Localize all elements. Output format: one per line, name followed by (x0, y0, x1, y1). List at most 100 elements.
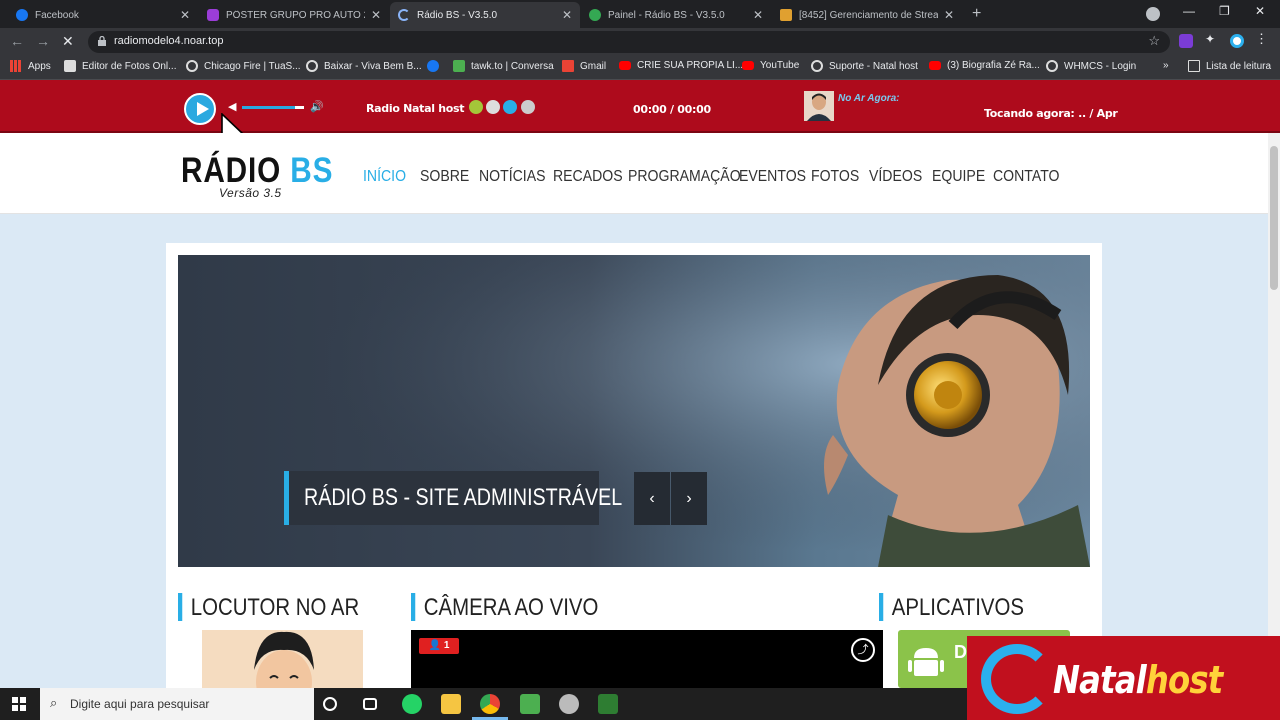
chrome-icon[interactable] (480, 694, 500, 714)
puzzle-icon[interactable]: ✦ (1205, 32, 1219, 46)
bookmarks-bar: Apps Editor de Fotos Onl... Chicago Fire… (0, 56, 1280, 80)
play-button[interactable] (184, 93, 216, 125)
minimize-icon[interactable]: — (1183, 4, 1195, 18)
nav-videos[interactable]: VÍDEOS (869, 168, 922, 186)
file-explorer-icon[interactable] (441, 694, 461, 714)
bookmark-editor-fotos[interactable]: Editor de Fotos Onl... (64, 60, 177, 72)
globe-icon (811, 60, 823, 72)
camtasia-icon[interactable] (520, 694, 540, 714)
cortana-icon[interactable] (323, 697, 337, 711)
tab-radio-bs[interactable]: Rádio BS - V3.5.0 ✕ (390, 2, 580, 28)
close-icon[interactable]: ✕ (944, 8, 954, 22)
close-icon[interactable]: ✕ (371, 8, 381, 22)
close-icon[interactable]: ✕ (180, 8, 190, 22)
nav-contato[interactable]: CONTATO (993, 168, 1059, 186)
gmail-icon (562, 60, 574, 72)
bookmark-biografia[interactable]: (3) Biografia Zé Ra... (929, 60, 1040, 71)
station-name: Radio Natal host (366, 102, 465, 115)
slider-next-button[interactable]: › (671, 472, 707, 525)
section-title-camera: CÂMERA AO VIVO (411, 593, 598, 621)
nav-inicio[interactable]: INÍCIO (363, 168, 406, 186)
chevron-right-icon: › (686, 490, 692, 507)
announcer-photo (202, 630, 363, 688)
section-title-apps: APLICATIVOS (879, 593, 1024, 621)
bookmark-suporte[interactable]: Suporte - Natal host (811, 60, 918, 72)
youtube-icon (619, 61, 631, 70)
slider-prev-button[interactable]: ‹ (634, 472, 670, 525)
bookmark-chicago-fire[interactable]: Chicago Fire | TuaS... (186, 60, 301, 72)
live-camera-player[interactable]: 👤 1 ⤴ (411, 630, 883, 688)
menu-icon[interactable]: ⋮ (1255, 31, 1269, 46)
bookmark-youtube[interactable]: YouTube (742, 60, 799, 71)
windows-taskbar: ⌕ Digite aqui para pesquisar (0, 688, 967, 720)
forward-icon[interactable]: → (36, 33, 50, 49)
loading-icon (398, 9, 410, 21)
bookmark-crie[interactable]: CRIE SUA PROPIA LI... (619, 60, 743, 71)
tab-poster[interactable]: PÔSTER GRUPO PRO AUTO 2021 ✕ (199, 2, 389, 28)
android-app-icon[interactable] (469, 100, 483, 114)
task-view-icon[interactable] (363, 698, 377, 710)
nav-fotos[interactable]: FOTOS (811, 168, 859, 186)
facebook-icon (427, 60, 439, 72)
volume-max-icon[interactable]: 🔊 (310, 100, 324, 113)
player-time: 00:00 / 00:00 (633, 103, 711, 116)
tab-search-icon[interactable] (1146, 7, 1160, 21)
section-title-locutor: LOCUTOR NO AR (178, 593, 359, 621)
windows-start-icon[interactable] (12, 697, 26, 711)
nav-recados[interactable]: RECADOS (553, 168, 623, 186)
site-header: RÁDIO BS Versão 3.5 INÍCIO SOBRE NOTÍCIA… (0, 133, 1268, 214)
restore-icon[interactable]: ❐ (1219, 4, 1230, 18)
tab-facebook[interactable]: Facebook ✕ (8, 2, 198, 28)
panel-icon (589, 9, 601, 21)
bookmark-tawk[interactable]: tawk.to | Conversa (453, 60, 554, 72)
windows-app-icon[interactable] (503, 100, 517, 114)
scrollbar-thumb[interactable] (1270, 146, 1278, 290)
more-bookmarks-button[interactable]: » (1163, 60, 1169, 71)
blackberry-app-icon[interactable] (521, 100, 535, 114)
nav-eventos[interactable]: EVENTOS (739, 168, 806, 186)
reading-list-icon (1188, 60, 1200, 72)
tab-stream[interactable]: [8452] Gerenciamento de Stream ✕ (772, 2, 962, 28)
new-tab-button[interactable]: + (972, 5, 981, 23)
search-icon: ⌕ (50, 695, 58, 710)
youtube-icon (742, 61, 754, 70)
nav-noticias[interactable]: NOTÍCIAS (479, 168, 545, 186)
bookmark-baixar[interactable]: Baixar - Viva Bem B... (306, 60, 422, 72)
whatsapp-icon[interactable] (402, 694, 422, 714)
apple-app-icon[interactable] (486, 100, 500, 114)
tab-painel[interactable]: Painel - Rádio BS - V3.5.0 ✕ (581, 2, 771, 28)
stream-icon (780, 9, 792, 21)
stop-icon[interactable]: ✕ (62, 33, 74, 50)
bookmark-apps[interactable]: Apps (10, 60, 51, 72)
nav-equipe[interactable]: EQUIPE (932, 168, 985, 186)
browser-toolbar: ← → ✕ radiomodelo4.noar.top ☆ ✦ ⋮ (0, 28, 1280, 56)
youtube-icon (929, 61, 941, 70)
nav-programacao[interactable]: PROGRAMAÇÃO (628, 168, 741, 186)
bookmark-gmail[interactable]: Gmail (562, 60, 606, 72)
profile-avatar[interactable] (1230, 34, 1244, 48)
recorder-icon[interactable] (598, 694, 618, 714)
url-text: radiomodelo4.noar.top (114, 35, 224, 47)
now-playing-text: Tocando agora: .. / Apr (984, 107, 1118, 120)
taskbar-search-box[interactable]: ⌕ Digite aqui para pesquisar (40, 688, 314, 720)
chevron-left-icon: ‹ (649, 490, 655, 507)
pixlr-icon (64, 60, 76, 72)
close-icon[interactable]: ✕ (562, 8, 572, 22)
android-icon (908, 648, 944, 676)
close-icon[interactable]: ✕ (753, 8, 763, 22)
app-icon[interactable] (559, 694, 579, 714)
bookmark-whmcs[interactable]: WHMCS - Login (1046, 60, 1136, 72)
share-icon[interactable]: ⤴ (851, 638, 875, 662)
mute-icon[interactable]: ◀ (228, 100, 236, 113)
close-window-icon[interactable]: ✕ (1255, 4, 1265, 18)
address-bar[interactable]: radiomodelo4.noar.top ☆ (88, 31, 1170, 53)
extension-icon[interactable] (1179, 34, 1193, 48)
bookmark-star-icon[interactable]: ☆ (1148, 33, 1160, 49)
nav-sobre[interactable]: SOBRE (420, 168, 469, 186)
bookmark-facebook[interactable] (427, 60, 445, 72)
natal-host-logo-icon (981, 644, 1053, 714)
reading-list-button[interactable]: Lista de leitura (1188, 60, 1271, 72)
site-logo[interactable]: RÁDIO BS (181, 151, 333, 191)
volume-slider[interactable] (242, 106, 304, 109)
back-icon[interactable]: ← (10, 33, 24, 49)
